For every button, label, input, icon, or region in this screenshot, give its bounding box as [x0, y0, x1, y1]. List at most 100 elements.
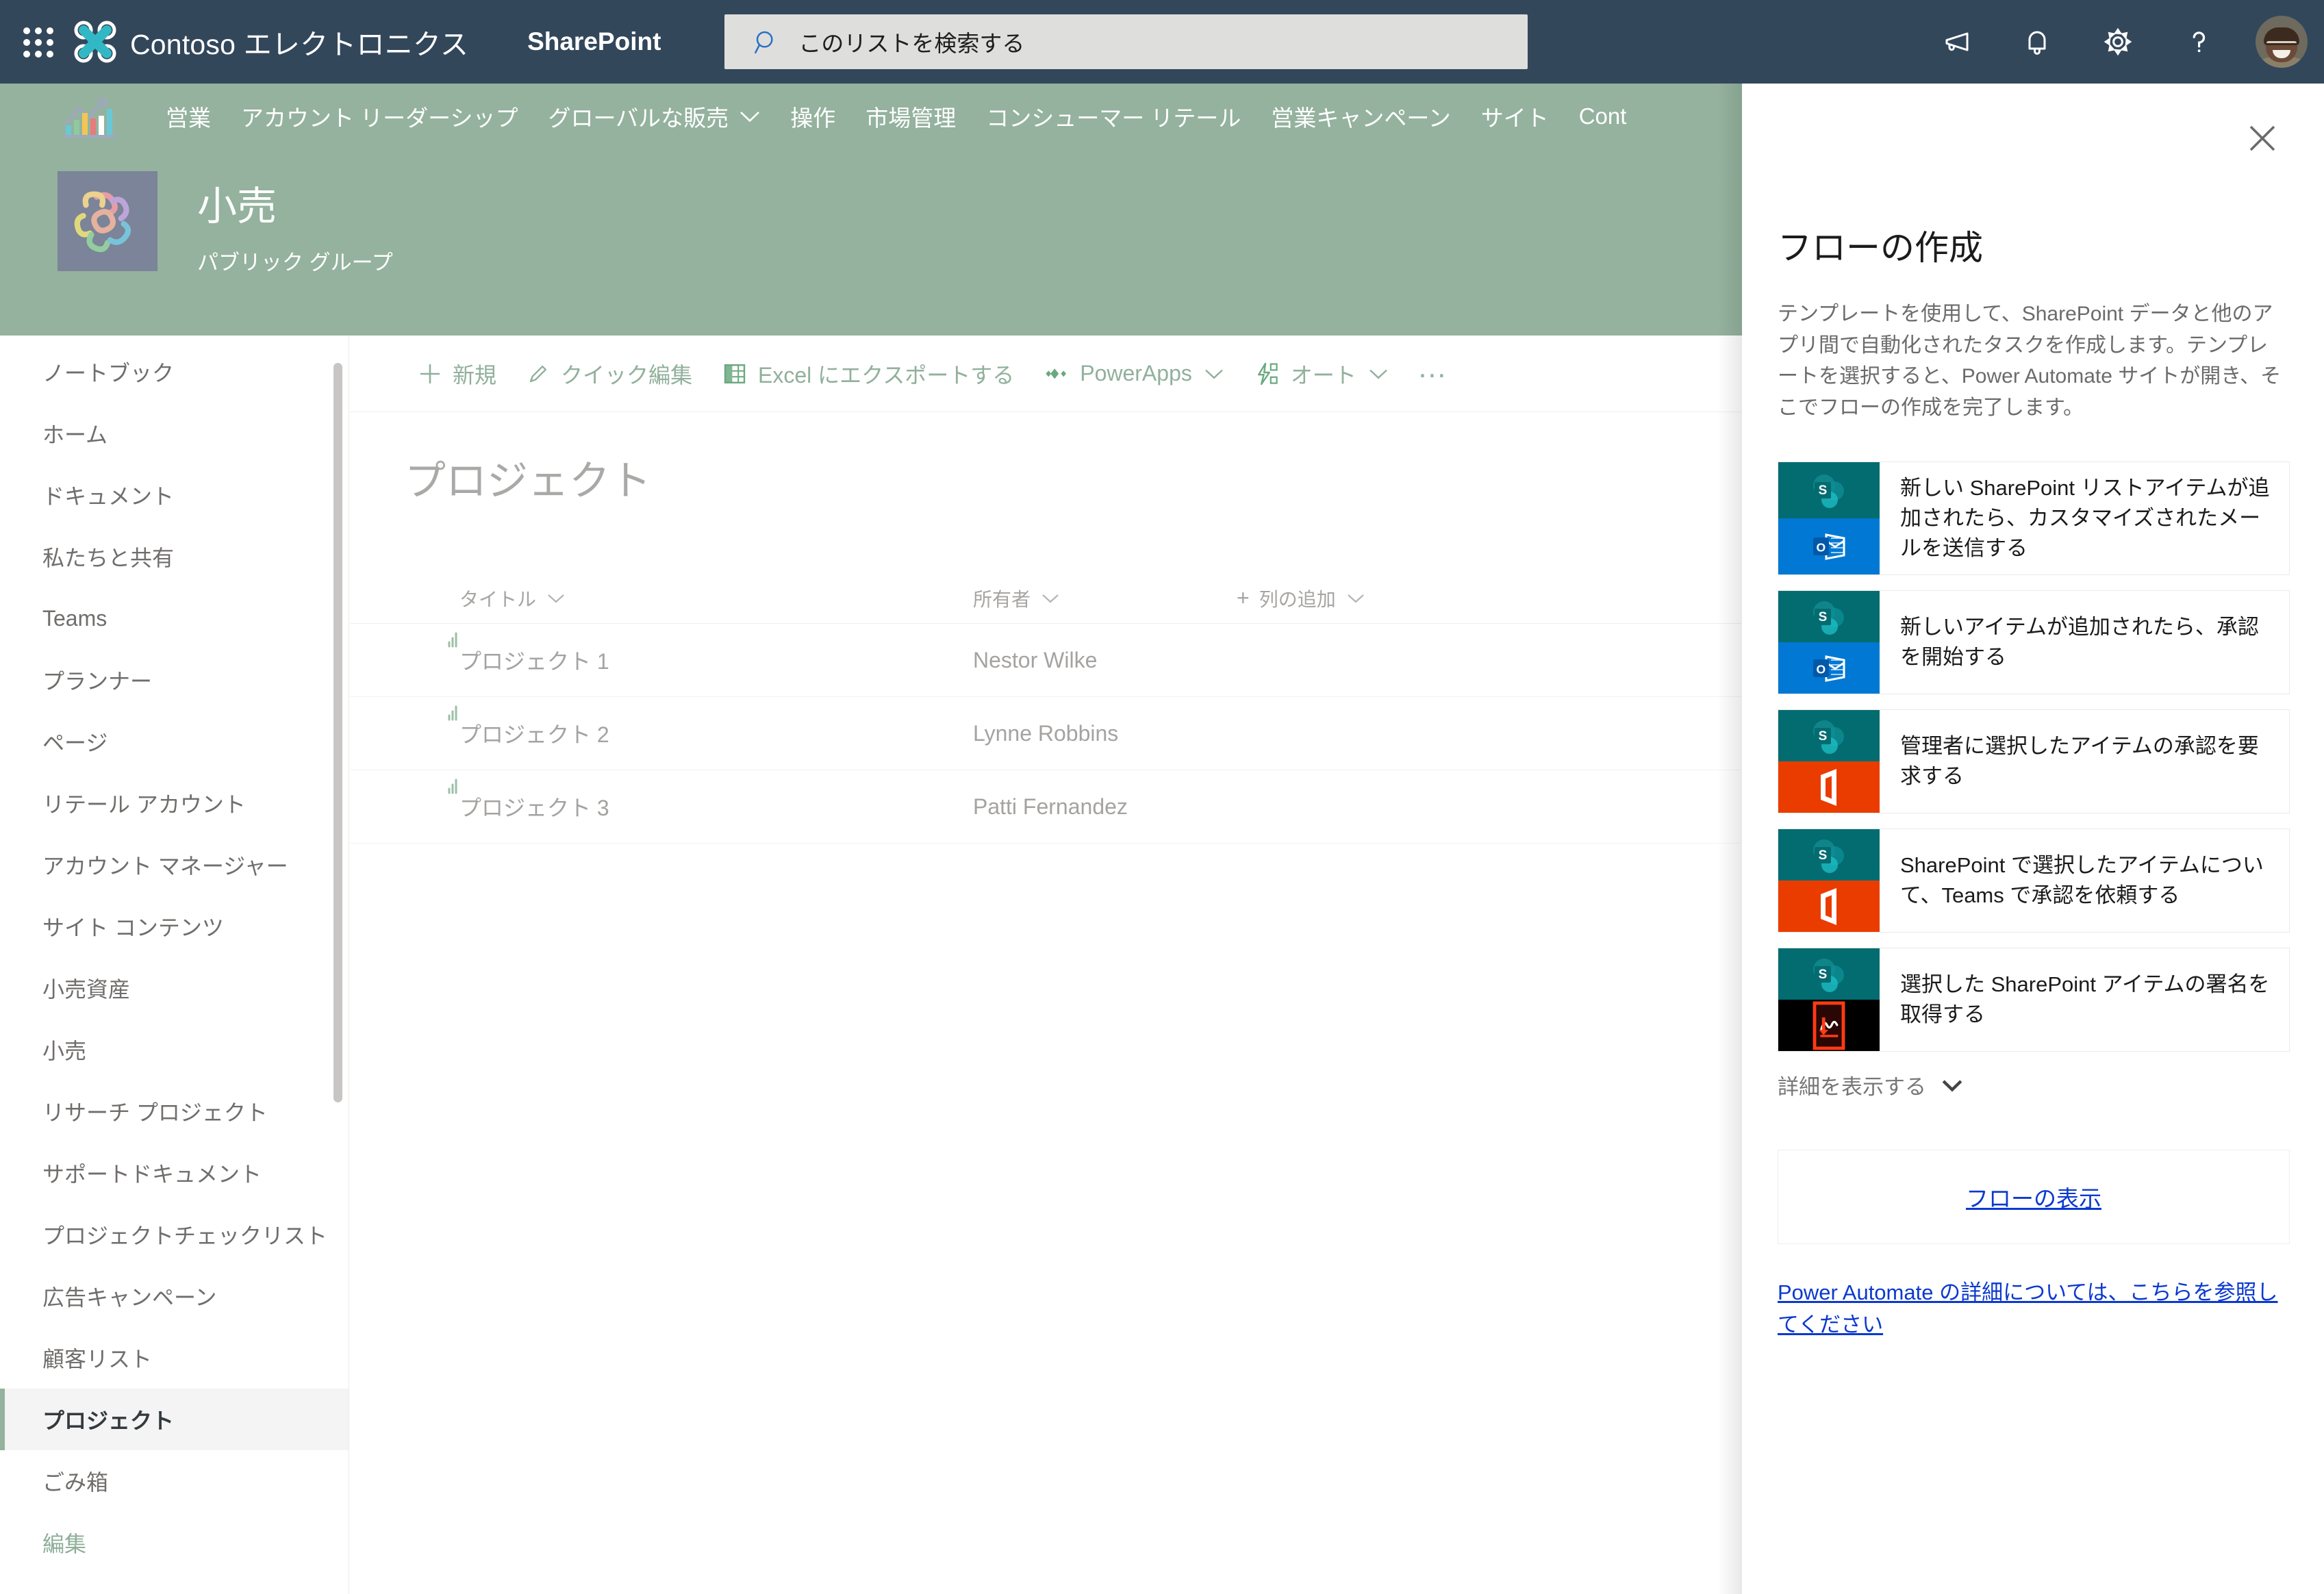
automate-button[interactable]: オート [1239, 336, 1403, 412]
sidebar-item-label: 私たちと共有 [42, 546, 175, 570]
power-automate-icon [1254, 362, 1280, 386]
bell-icon[interactable] [1997, 0, 2077, 84]
panel-description: テンプレートを使用して、SharePoint データと他のアプリ間で自動化された… [1778, 303, 2282, 419]
sidebar-edit-link[interactable]: 編集 [0, 1512, 349, 1573]
app-launcher-icon[interactable] [18, 22, 58, 62]
column-header-title[interactable]: タイトル [459, 585, 973, 612]
sidebar-item-11[interactable]: 小売 [0, 1019, 349, 1080]
sidebar-item-8[interactable]: アカウント マネージャー [0, 834, 349, 896]
sidebar-item-4[interactable]: Teams [0, 587, 349, 649]
flow-template-card[interactable]: S O 新しいアイテムが追加されたら、承認を開始する [1778, 590, 2290, 695]
close-icon[interactable] [2236, 112, 2288, 164]
cell-title[interactable]: プロジェクト 1 [448, 632, 973, 676]
flow-template-label: 新しいアイテムが追加されたら、承認を開始する [1900, 615, 2259, 670]
table-row[interactable]: プロジェクト 3 Patti Fernandez [350, 770, 1741, 844]
flow-template-label: 新しい SharePoint リストアイテムが追加されたら、カスタマイズされたメ… [1900, 476, 2270, 561]
search-input[interactable]: このリストを検索する [724, 14, 1528, 69]
flow-template-label: 管理者に選択したアイテムの承認を要求する [1900, 734, 2259, 789]
export-to-excel-button[interactable]: Excel にエクスポートする [707, 336, 1029, 412]
sidebar-item-9[interactable]: サイト コンテンツ [0, 896, 349, 957]
powerapps-button[interactable]: PowerApps [1029, 336, 1239, 412]
gear-icon[interactable] [2077, 0, 2158, 84]
sidebar-item-3[interactable]: 私たちと共有 [0, 526, 349, 587]
sidebar-item-label: 広告キャンペーン [42, 1285, 217, 1310]
sidebar-item-1[interactable]: ホーム [0, 403, 349, 464]
outlook-icon: O [1778, 642, 1880, 694]
sidebar-item-5[interactable]: プランナー [0, 649, 349, 711]
quick-edit-button[interactable]: クイック編集 [511, 336, 707, 412]
sidebar-item-label: ページ [42, 731, 108, 755]
chevron-down-icon [740, 110, 760, 123]
nav-item-7[interactable]: サイト [1466, 84, 1564, 149]
nav-item-8[interactable]: Cont [1564, 84, 1642, 149]
flow-template-card[interactable]: S 管理者に選択したアイテムの承認を要求する [1778, 709, 2290, 814]
flow-template-card[interactable]: S 選択した SharePoint アイテムの署名を取得する [1778, 948, 2290, 1052]
cell-title[interactable]: プロジェクト 3 [448, 779, 973, 822]
sidebar-item-label: サイト コンテンツ [42, 915, 224, 940]
sidebar-item-12[interactable]: リサーチ プロジェクト [0, 1080, 349, 1142]
nav-item-0[interactable]: 営業 [151, 84, 226, 149]
sidebar-item-17[interactable]: プロジェクト [0, 1389, 349, 1450]
sidebar-item-label: プランナー [42, 669, 153, 694]
learn-more-link[interactable]: Power Automate の詳細については、こちらを参照してください [1778, 1277, 2290, 1341]
new-button[interactable]: 新規 [403, 336, 511, 412]
nav-label: サイト [1480, 105, 1549, 131]
sidebar-item-14[interactable]: プロジェクトチェックリスト [0, 1204, 349, 1265]
suite-bar: Contoso エレクトロニクス SharePoint このリストを検索する [0, 0, 2324, 84]
svg-text:S: S [1819, 610, 1828, 624]
nav-item-1[interactable]: アカウント リーダーシップ [226, 84, 533, 149]
table-header-row: タイトル 所有者 + 列の追加 [350, 573, 1741, 624]
flow-template-card[interactable]: S O 新しい SharePoint リストアイテムが追加されたら、カスタマイズされ… [1778, 461, 2290, 576]
sidebar-item-0[interactable]: ノートブック [0, 341, 349, 403]
flow-template-label: SharePoint で選択したアイテムについて、Teams で承認を依頼する [1900, 853, 2264, 908]
chevron-down-icon [1941, 1078, 1963, 1092]
help-icon[interactable] [2158, 0, 2239, 84]
add-column-button[interactable]: + 列の追加 [1237, 585, 1365, 612]
table-row[interactable]: プロジェクト 1 Nestor Wilke [350, 624, 1741, 697]
automate-label: オート [1290, 362, 1356, 388]
nav-item-3[interactable]: 操作 [775, 84, 850, 149]
office365-icon [1778, 761, 1880, 813]
nav-item-5[interactable]: コンシューマー リテール [971, 84, 1256, 149]
sidebar-item-label: アカウント マネージャー [42, 854, 288, 878]
sidebar-item-13[interactable]: サポートドキュメント [0, 1142, 349, 1204]
sidebar-item-16[interactable]: 顧客リスト [0, 1327, 349, 1389]
flow-template-card[interactable]: S SharePoint で選択したアイテムについて、Teams で承認を依頼する [1778, 828, 2290, 933]
more-commands-button[interactable]: … [1403, 336, 1463, 412]
flow-template-label: 選択した SharePoint アイテムの署名を取得する [1900, 972, 2270, 1027]
column-header-owner[interactable]: 所有者 [973, 585, 1237, 612]
nav-item-6[interactable]: 営業キャンペーン [1256, 84, 1465, 149]
svg-text:O: O [1817, 662, 1826, 676]
sidebar-item-6[interactable]: ページ [0, 711, 349, 772]
sidebar-edit-label: 編集 [42, 1532, 87, 1556]
chevron-down-icon [547, 593, 565, 604]
view-flows-button[interactable]: フローの表示 [1778, 1150, 2290, 1245]
sidebar-scrollbar[interactable] [333, 363, 342, 1102]
nav-item-2[interactable]: グローバルな販売 [533, 84, 776, 149]
flow-template-icons: SO [1778, 462, 1880, 575]
sidebar-item-label: リサーチ プロジェクト [42, 1100, 268, 1125]
show-more-button[interactable]: 詳細を表示する [1778, 1070, 2324, 1100]
table-row[interactable]: プロジェクト 2 Lynne Robbins [350, 697, 1741, 770]
sidebar-item-label: ドキュメント [42, 484, 175, 509]
cell-owner-text: Nestor Wilke [973, 647, 1098, 672]
column-label: 所有者 [973, 588, 1031, 610]
avatar[interactable] [2239, 0, 2324, 84]
sidebar-item-label: ノートブック [42, 361, 175, 385]
quick-edit-label: クイック編集 [561, 362, 693, 388]
chevron-down-icon [1041, 593, 1059, 604]
sidebar-item-label: 小売 [42, 1039, 87, 1063]
nav-label: アカウント リーダーシップ [241, 105, 518, 131]
plus-icon: + [1237, 585, 1250, 610]
flow-template-icons: S [1778, 948, 1880, 1052]
sidebar-item-18[interactable]: ごみ箱 [0, 1450, 349, 1512]
nav-label: グローバルな販売 [548, 105, 729, 131]
cell-title[interactable]: プロジェクト 2 [448, 705, 973, 749]
sidebar-item-10[interactable]: 小売資産 [0, 957, 349, 1019]
megaphone-icon[interactable] [1916, 0, 1997, 84]
sidebar-item-2[interactable]: ドキュメント [0, 464, 349, 526]
search-icon [755, 31, 773, 54]
sidebar-item-7[interactable]: リテール アカウント [0, 772, 349, 834]
sidebar-item-15[interactable]: 広告キャンペーン [0, 1265, 349, 1327]
nav-item-4[interactable]: 市場管理 [850, 84, 971, 149]
